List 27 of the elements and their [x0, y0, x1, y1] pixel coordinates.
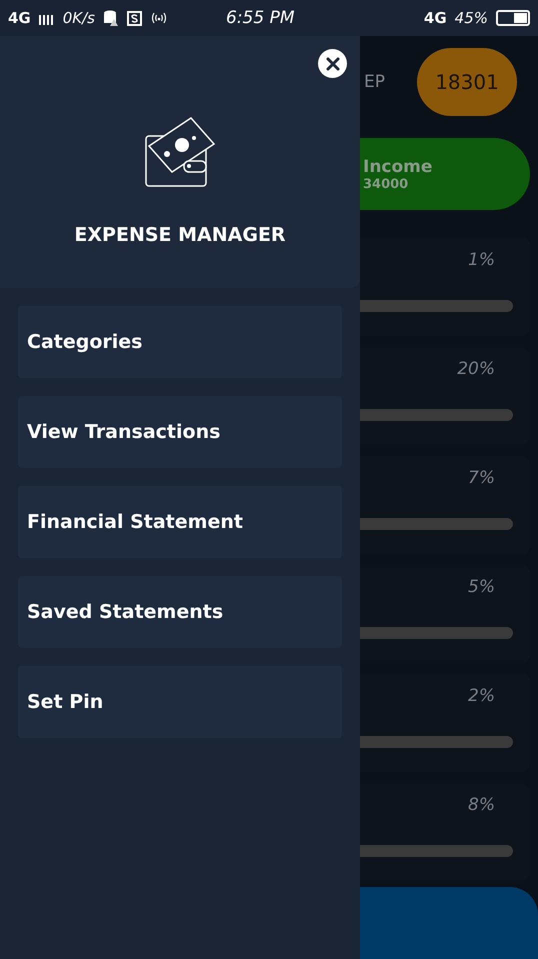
- income-label: Income: [363, 156, 434, 176]
- app-title: EXPENSE MANAGER: [74, 224, 286, 246]
- battery-percent: 45%: [454, 9, 488, 27]
- close-icon: [326, 56, 340, 70]
- data-type-label: 4G: [424, 9, 447, 27]
- s-box-icon: [127, 10, 142, 26]
- income-amount: 34000: [363, 176, 410, 192]
- percent-label: 7%: [468, 468, 495, 488]
- menu-item[interactable]: Set Pin: [18, 666, 342, 738]
- percent-label: 2%: [468, 686, 495, 706]
- speed-label: 0K/s: [62, 9, 95, 27]
- header-text: EP: [364, 72, 385, 92]
- percent-label: 1%: [468, 250, 495, 270]
- close-button[interactable]: [318, 49, 347, 78]
- battery-icon: [496, 10, 530, 26]
- percent-label: 20%: [457, 359, 495, 379]
- menu-item[interactable]: View Transactions: [18, 396, 342, 468]
- menu-item[interactable]: Financial Statement: [18, 486, 342, 558]
- menu-item[interactable]: Saved Statements: [18, 576, 342, 648]
- percent-label: 8%: [468, 795, 495, 815]
- hotspot-icon: [150, 11, 168, 25]
- network-label: 4G: [8, 9, 31, 27]
- balance-badge: 18301: [417, 48, 517, 116]
- menu-item[interactable]: Categories: [18, 306, 342, 378]
- wallet-icon: [144, 116, 216, 188]
- percent-label: 5%: [468, 577, 495, 597]
- clock-time: 6:55 PM: [226, 8, 296, 28]
